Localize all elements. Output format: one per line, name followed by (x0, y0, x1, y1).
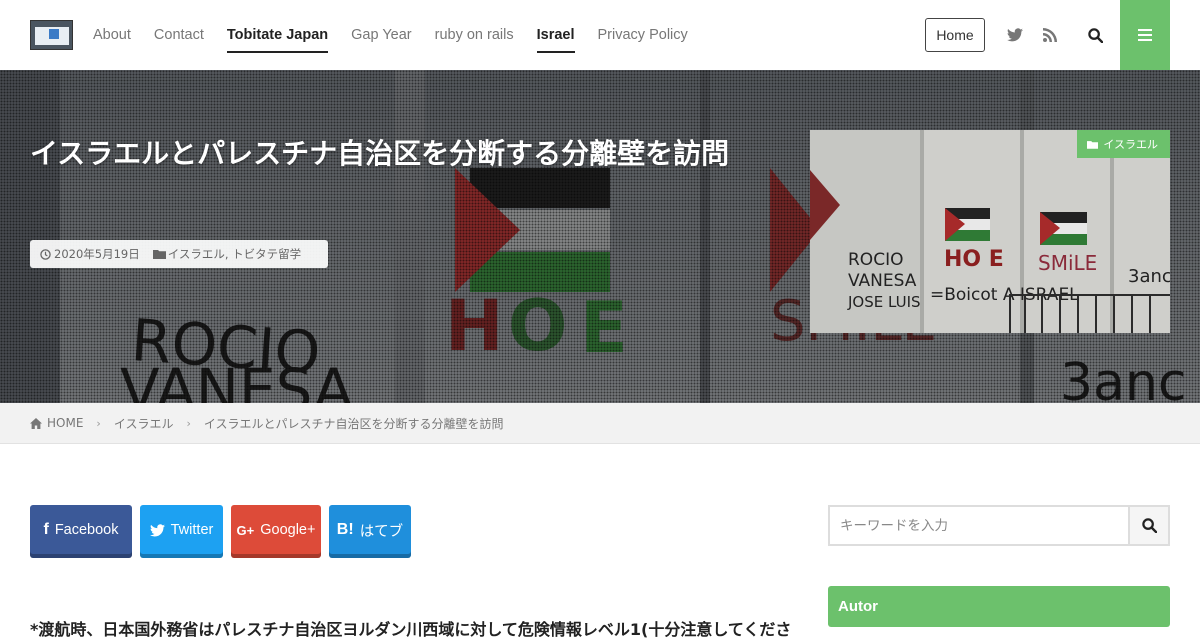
search-icon (1141, 518, 1157, 533)
main-nav: About Contact Tobitate Japan Gap Year ru… (93, 0, 711, 70)
site-logo[interactable] (30, 20, 73, 50)
nav-item-privacy-policy[interactable]: Privacy Policy (598, 25, 688, 45)
share-googleplus-label: Google+ (260, 522, 316, 538)
search-submit-button[interactable] (1128, 507, 1168, 544)
breadcrumb-category[interactable]: イスラエル (114, 415, 174, 432)
graffiti-jose-luis: JOSE LUIS (847, 293, 921, 311)
share-hatena-label: はてブ (359, 523, 404, 540)
breadcrumb: HOME › イスラエル › イスラエルとパレスチナ自治区を分断する分離壁を訪問 (0, 403, 1200, 444)
widget-title-autor: Autor (828, 586, 1170, 627)
article-meta: 2020年5月19日 イスラエル, トビタテ留学 (30, 240, 328, 268)
hamburger-menu-icon (1138, 29, 1152, 41)
hamburger-menu-button[interactable] (1120, 0, 1170, 70)
graffiti-vanesa: VANESA (848, 271, 917, 291)
thumbnail-category-label: イスラエル (1103, 138, 1158, 151)
share-hatena-button[interactable]: B! はてブ (329, 505, 411, 558)
hatena-icon: B! (336, 521, 354, 538)
nav-item-israel[interactable]: Israel (536, 25, 575, 53)
share-facebook-label: Facebook (54, 522, 119, 538)
twitter-icon (149, 523, 165, 537)
home-button[interactable]: Home (925, 18, 985, 52)
graffiti-hope: HO E (944, 247, 1004, 272)
thumbnail-image: ROCIO VANESA JOSE LUIS HO E SMiLE =Boico… (810, 130, 1170, 333)
share-twitter-button[interactable]: Twitter (140, 505, 223, 558)
article-categories[interactable]: イスラエル, トビタテ留学 (168, 246, 301, 262)
graffiti-band: 3anc (1128, 266, 1170, 287)
share-facebook-button[interactable]: f Facebook (30, 505, 132, 558)
share-googleplus-button[interactable]: G+ Google+ (231, 505, 321, 558)
graffiti-rocio: ROCIO (848, 250, 903, 270)
share-buttons: f Facebook Twitter G+ Google+ B! はてブ (30, 505, 419, 558)
facebook-icon: f (43, 521, 49, 538)
rss-icon[interactable] (1039, 24, 1061, 46)
logo-accent (49, 29, 59, 39)
graffiti-smile: SMiLE (1038, 251, 1097, 275)
sidebar-search (828, 505, 1170, 546)
search-input[interactable] (830, 507, 1128, 544)
nav-item-contact[interactable]: Contact (154, 25, 204, 45)
nav-item-ruby-on-rails[interactable]: ruby on rails (435, 25, 514, 45)
thumbnail-category-badge[interactable]: イスラエル (1077, 130, 1170, 158)
chevron-right-icon: › (96, 416, 101, 430)
clock-icon (40, 248, 51, 260)
nav-item-about[interactable]: About (93, 25, 131, 45)
share-twitter-label: Twitter (170, 522, 214, 538)
twitter-icon[interactable] (1004, 24, 1026, 46)
folder-icon (1087, 140, 1099, 149)
breadcrumb-home[interactable]: HOME (47, 416, 83, 430)
search-icon[interactable] (1084, 24, 1106, 46)
article-date: 2020年5月19日 (54, 247, 140, 261)
chevron-right-icon: › (186, 416, 191, 430)
folder-icon (152, 249, 166, 259)
home-icon[interactable] (30, 417, 42, 429)
nav-item-gap-year[interactable]: Gap Year (351, 25, 411, 45)
nav-item-tobitate-japan[interactable]: Tobitate Japan (226, 25, 329, 53)
article-lead-text: *渡航時、日本国外務省はパレスチナ自治区ヨルダン川西域に対して危険情報レベル1(… (30, 620, 790, 639)
article-title: イスラエルとパレスチナ自治区を分断する分離壁を訪問 (30, 137, 730, 170)
hero-section: H O E ROCIO VANESA SMILE 3anc イスラエルとパレスチ… (0, 70, 1200, 403)
googleplus-icon: G+ (236, 522, 255, 538)
site-header: About Contact Tobitate Japan Gap Year ru… (0, 0, 1200, 70)
article-thumbnail[interactable]: ROCIO VANESA JOSE LUIS HO E SMiLE =Boico… (810, 130, 1170, 333)
breadcrumb-current: イスラエルとパレスチナ自治区を分断する分離壁を訪問 (203, 416, 504, 431)
